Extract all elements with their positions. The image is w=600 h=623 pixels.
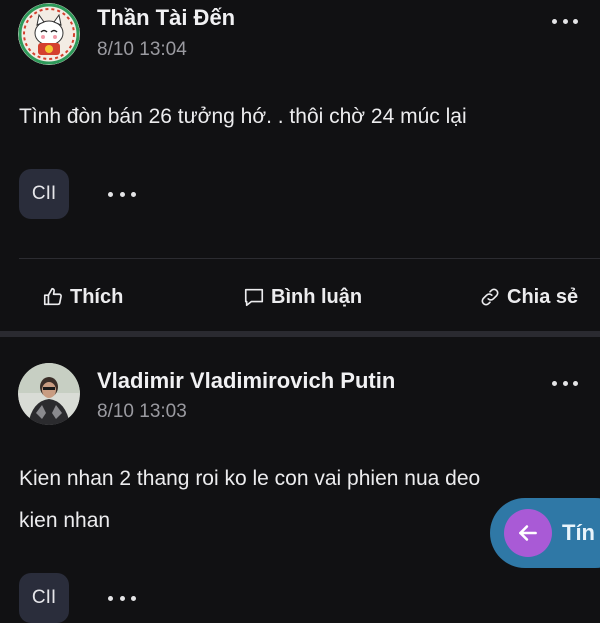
- avatar-image: [18, 3, 80, 65]
- comment-label: Bình luận: [271, 285, 363, 308]
- post-author[interactable]: Vladimir Vladimirovich Putin: [97, 368, 395, 394]
- post-content: Tình đòn bán 26 tưởng hớ. . thôi chờ 24 …: [19, 105, 467, 128]
- post-timestamp: 8/10 13:03: [97, 401, 187, 422]
- stock-tag[interactable]: CII: [19, 573, 69, 623]
- floating-button-label: Tín: [562, 520, 595, 545]
- link-icon: [481, 288, 499, 306]
- like-button[interactable]: Thích: [42, 283, 123, 311]
- more-tags-icon[interactable]: [108, 594, 136, 602]
- post-content-line: Kien nhan 2 thang roi ko le con vai phie…: [19, 467, 481, 490]
- comment-button[interactable]: Bình luận: [243, 283, 362, 311]
- avatar-image: [18, 363, 80, 425]
- avatar[interactable]: [18, 363, 80, 425]
- avatar[interactable]: [18, 3, 80, 65]
- post-timestamp: 8/10 13:04: [97, 39, 187, 60]
- stock-tag[interactable]: CII: [19, 169, 69, 219]
- arrow-left-icon[interactable]: [504, 509, 552, 557]
- share-button[interactable]: Chia sẻ: [479, 283, 578, 311]
- more-options-icon[interactable]: [552, 378, 578, 388]
- like-label: Thích: [70, 285, 124, 308]
- divider: [19, 258, 600, 259]
- floating-news-button[interactable]: Tín: [490, 498, 600, 568]
- share-label: Chia sẻ: [507, 285, 579, 308]
- more-options-icon[interactable]: [552, 16, 578, 26]
- post-separator: [0, 331, 600, 337]
- post-author[interactable]: Thần Tài Đến: [97, 5, 235, 31]
- comment-icon: [244, 288, 264, 307]
- more-tags-icon[interactable]: [108, 190, 136, 198]
- thumbs-up-icon: [43, 287, 62, 306]
